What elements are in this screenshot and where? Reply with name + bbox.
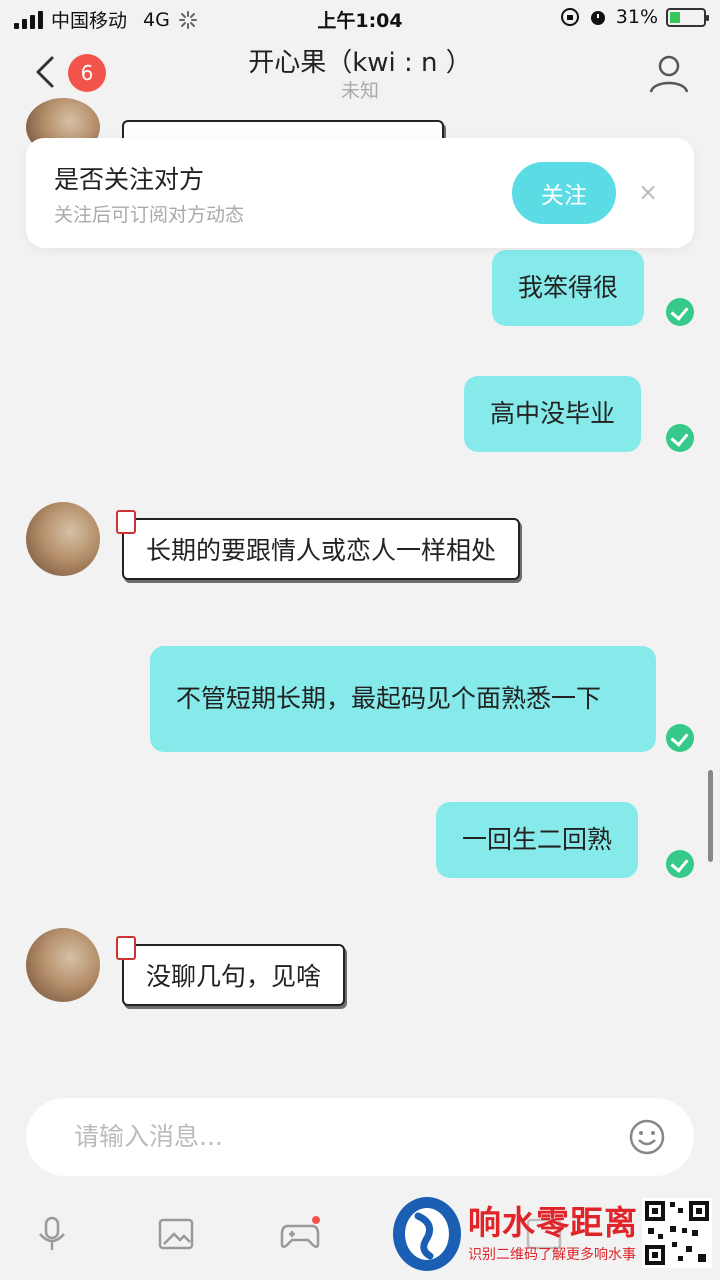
qr-code-icon [642,1198,712,1268]
message-bubble-outgoing[interactable]: 我笨得很 [492,250,645,326]
bubble-decoration-icon [116,510,136,534]
follow-prompt-title: 是否关注对方 [54,165,205,194]
read-check-icon [666,724,694,752]
contact-avatar[interactable] [26,502,100,576]
message-input-container [26,1098,694,1176]
bubble-decoration-icon [116,936,136,960]
contact-avatar[interactable] [26,928,100,1002]
profile-icon[interactable] [648,52,690,94]
watermark-emblem-icon [393,1197,461,1271]
watermark-logo: 响水零距离 识别二维码了解更多响水事 [390,1192,716,1276]
follow-button[interactable]: 关注 [512,162,616,224]
message-text: 不管短期长期，最起码见个面熟悉一下 [176,684,602,713]
alarm-icon [590,11,605,25]
notification-dot [312,1216,320,1224]
battery-icon [666,7,709,27]
message-bubble-outgoing[interactable]: 一回生二回熟 [436,802,639,878]
message-bubble-outgoing[interactable]: 高中没毕业 [464,376,642,452]
message-bubble-incoming[interactable]: 没聊几句，见啥 [116,936,346,1006]
rotation-lock-icon [560,8,579,26]
scrollbar[interactable] [708,770,713,862]
read-check-icon [666,424,694,452]
image-icon[interactable] [156,1214,196,1254]
battery-percent: 31% [615,6,658,28]
follow-prompt-card: 是否关注对方 关注后可订阅对方动态 关注 × [26,138,694,248]
status-bar: 中国移动 4G 上午1:04 31% [0,0,720,36]
message-input[interactable] [74,1116,594,1156]
microphone-icon[interactable] [32,1214,72,1254]
follow-prompt-subtitle: 关注后可订阅对方动态 [54,204,245,226]
watermark-subtitle: 识别二维码了解更多响水事 [468,1247,636,1263]
emoji-icon[interactable] [628,1118,666,1156]
watermark-title: 响水零距离 [468,1203,638,1242]
read-check-icon [666,850,694,878]
message-bubble-outgoing[interactable]: 不管短期长期，最起码见个面熟悉一下 [150,646,656,752]
message-text: 长期的要跟情人或恋人一样相处 [146,536,497,565]
read-check-icon [666,298,694,326]
message-text: 没聊几句，见啥 [146,962,322,991]
chat-title: 开心果（kwi : n ） [248,48,472,78]
message-bubble-incoming[interactable]: 长期的要跟情人或恋人一样相处 [116,510,521,580]
close-icon[interactable]: × [638,178,658,206]
chat-subtitle: 未知 [340,80,379,102]
chat-header: 6 开心果（kwi : n ） 未知 [0,36,720,106]
